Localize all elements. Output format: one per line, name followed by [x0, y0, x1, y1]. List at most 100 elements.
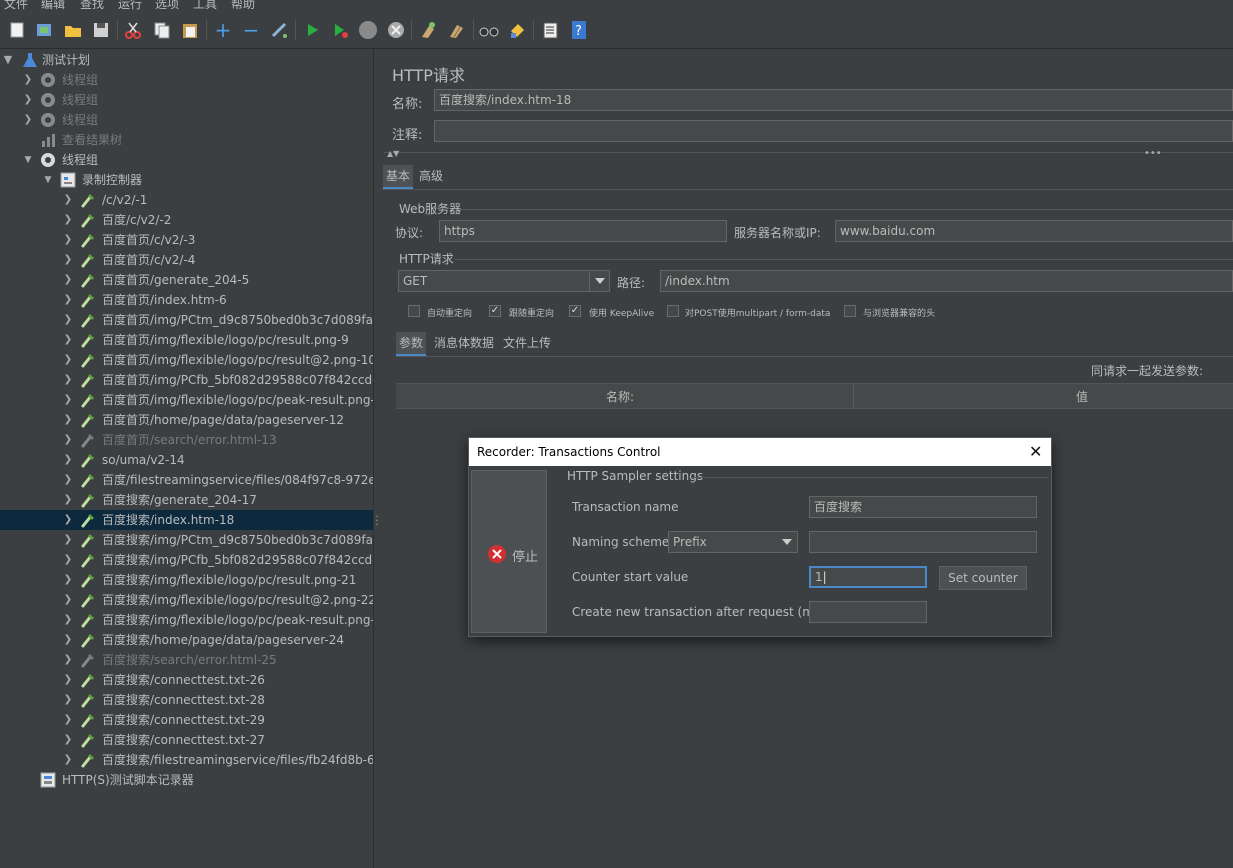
paste-icon[interactable]: [179, 19, 201, 41]
tree-node[interactable]: HTTP(S)测试脚本记录器: [0, 770, 373, 790]
toggle-icon[interactable]: [268, 19, 290, 41]
tree-node[interactable]: ❯ 线程组: [0, 70, 373, 90]
naming-scheme-extra-field[interactable]: [809, 531, 1037, 553]
chevron-right-icon[interactable]: ❯: [62, 510, 74, 530]
tree-node[interactable]: ❯ 百度首页/img/PCfb_5bf082d29588c07f842ccde3f…: [0, 370, 373, 390]
more-icon[interactable]: •••: [1144, 148, 1162, 159]
clear-all-icon[interactable]: [446, 19, 468, 41]
tab-advanced[interactable]: 高级: [416, 165, 446, 187]
chevron-right-icon[interactable]: ❯: [62, 630, 74, 650]
tree-node[interactable]: ❯ 百度搜索/connecttest.txt-28: [0, 690, 373, 710]
shutdown-icon[interactable]: [385, 19, 407, 41]
tree-node[interactable]: ❯ 百度搜索/img/flexible/logo/pc/result@2.png-…: [0, 590, 373, 610]
chevron-right-icon[interactable]: ❯: [62, 330, 74, 350]
checkbox-5[interactable]: [844, 305, 856, 317]
tree-node[interactable]: ▼ 线程组: [0, 150, 373, 170]
start-no-pause-icon[interactable]: [329, 19, 351, 41]
subtab-file-upload[interactable]: 文件上传: [500, 332, 554, 354]
close-icon[interactable]: ✕: [1029, 438, 1042, 466]
chevron-right-icon[interactable]: ❯: [62, 530, 74, 550]
binoculars-icon[interactable]: [478, 19, 500, 41]
chevron-down-icon[interactable]: [777, 532, 797, 552]
tree-node[interactable]: ❯ 百度首页/img/PCtm_d9c8750bed0b3c7d089fa7d55: [0, 310, 373, 330]
chevron-right-icon[interactable]: ❯: [62, 710, 74, 730]
tree-node[interactable]: ❯ 百度搜索/img/flexible/logo/pc/peak-result.p…: [0, 610, 373, 630]
chevron-right-icon[interactable]: ❯: [62, 670, 74, 690]
stop-icon[interactable]: [357, 19, 379, 41]
splitter-handle[interactable]: · · ·: [374, 513, 380, 531]
method-select[interactable]: GET: [398, 270, 610, 292]
column-name[interactable]: 名称:: [606, 388, 634, 405]
tree-node[interactable]: ❯ 百度/c/v2/-2: [0, 210, 373, 230]
tree-node[interactable]: ❯ 百度首页/img/flexible/logo/pc/peak-result.p…: [0, 390, 373, 410]
new-transaction-field[interactable]: [809, 601, 927, 623]
new-icon[interactable]: [6, 19, 28, 41]
tree-node[interactable]: 查看结果树: [0, 130, 373, 150]
tree-node[interactable]: ❯ 百度首页/img/flexible/logo/pc/result.png-9: [0, 330, 373, 350]
tree-node[interactable]: ❯ /c/v2/-1: [0, 190, 373, 210]
chevron-right-icon[interactable]: ❯: [62, 310, 74, 330]
chevron-right-icon[interactable]: ❯: [62, 550, 74, 570]
chevron-right-icon[interactable]: ❯: [62, 350, 74, 370]
dialog-titlebar[interactable]: Recorder: Transactions Control ✕: [469, 438, 1051, 466]
cut-icon[interactable]: [122, 19, 144, 41]
menu-help[interactable]: 帮助: [231, 0, 255, 12]
chevron-right-icon[interactable]: ❯: [62, 590, 74, 610]
templates-icon[interactable]: [33, 19, 55, 41]
chevron-right-icon[interactable]: ❯: [62, 410, 74, 430]
subtab-body-data[interactable]: 消息体数据: [431, 332, 497, 354]
tree-node[interactable]: ❯ 百度搜索/connecttest.txt-29: [0, 710, 373, 730]
chevron-down-icon[interactable]: ▼: [2, 50, 14, 70]
open-icon[interactable]: [62, 19, 84, 41]
tree-root[interactable]: ▼ 测试计划: [0, 50, 373, 70]
tree-node[interactable]: ❯ 百度搜索/img/flexible/logo/pc/result.png-21: [0, 570, 373, 590]
chevron-right-icon[interactable]: ❯: [62, 270, 74, 290]
checkbox-3[interactable]: ✓: [569, 305, 581, 317]
tree-node[interactable]: ❯ 线程组: [0, 110, 373, 130]
tree-node[interactable]: ❯ 百度搜索/img/PCfb_5bf082d29588c07f842ccde3f…: [0, 550, 373, 570]
column-value[interactable]: 值: [1076, 388, 1088, 405]
stop-button[interactable]: 停止: [471, 470, 547, 633]
tree-node[interactable]: ❯ 百度首页/c/v2/-3: [0, 230, 373, 250]
chevron-right-icon[interactable]: ❯: [62, 250, 74, 270]
chevron-right-icon[interactable]: ❯: [22, 90, 34, 110]
tree-node[interactable]: ❯ 百度搜索/index.htm-18: [0, 510, 373, 530]
tree-node[interactable]: ❯ 百度搜索/filestreamingservice/files/fb24fd8…: [0, 750, 373, 770]
chevron-right-icon[interactable]: ❯: [62, 730, 74, 750]
chevron-down-icon[interactable]: ▼: [22, 150, 34, 170]
chevron-right-icon[interactable]: ❯: [62, 490, 74, 510]
expand-icon[interactable]: +: [212, 18, 234, 42]
checkbox-2[interactable]: ✓: [489, 305, 501, 317]
tree-node[interactable]: ❯ 百度搜索/connecttest.txt-27: [0, 730, 373, 750]
chevron-right-icon[interactable]: ❯: [62, 370, 74, 390]
transaction-name-field[interactable]: 百度搜索: [809, 496, 1037, 518]
menu-edit[interactable]: 编辑: [41, 0, 65, 12]
checkbox-1[interactable]: [408, 305, 420, 317]
chevron-right-icon[interactable]: ❯: [62, 190, 74, 210]
tree-node[interactable]: ❯ 百度搜索/search/error.html-25: [0, 650, 373, 670]
tree-node[interactable]: ❯ 百度首页/generate_204-5: [0, 270, 373, 290]
chevron-right-icon[interactable]: ❯: [62, 390, 74, 410]
chevron-right-icon[interactable]: ❯: [62, 470, 74, 490]
tree-node[interactable]: ❯ 百度首页/search/error.html-13: [0, 430, 373, 450]
menu-tools[interactable]: 工具: [193, 0, 217, 12]
collapse-icon[interactable]: −: [240, 18, 262, 42]
chevron-right-icon[interactable]: ❯: [62, 570, 74, 590]
name-field[interactable]: 百度搜索/index.htm-18: [434, 89, 1233, 111]
chevron-right-icon[interactable]: ❯: [62, 650, 74, 670]
tree-node[interactable]: ❯ 线程组: [0, 90, 373, 110]
tree-node[interactable]: ❯ 百度/filestreamingservice/files/084f97c8-…: [0, 470, 373, 490]
tree-node[interactable]: ❯ 百度首页/img/flexible/logo/pc/result@2.png-…: [0, 350, 373, 370]
chevron-down-icon[interactable]: ▼: [42, 170, 54, 190]
comment-field[interactable]: [434, 120, 1233, 142]
chevron-right-icon[interactable]: ❯: [62, 690, 74, 710]
copy-icon[interactable]: [151, 19, 173, 41]
divider-handle[interactable]: ▲▼ •••: [384, 148, 1233, 163]
function-helper-icon[interactable]: [539, 19, 561, 41]
tree-node[interactable]: ❯ 百度搜索/connecttest.txt-26: [0, 670, 373, 690]
chevron-right-icon[interactable]: ❯: [62, 450, 74, 470]
tree-node[interactable]: ❯ 百度搜索/generate_204-17: [0, 490, 373, 510]
start-icon[interactable]: [301, 19, 323, 41]
chevron-down-icon[interactable]: [589, 271, 609, 291]
menu-file[interactable]: 文件: [4, 0, 28, 12]
